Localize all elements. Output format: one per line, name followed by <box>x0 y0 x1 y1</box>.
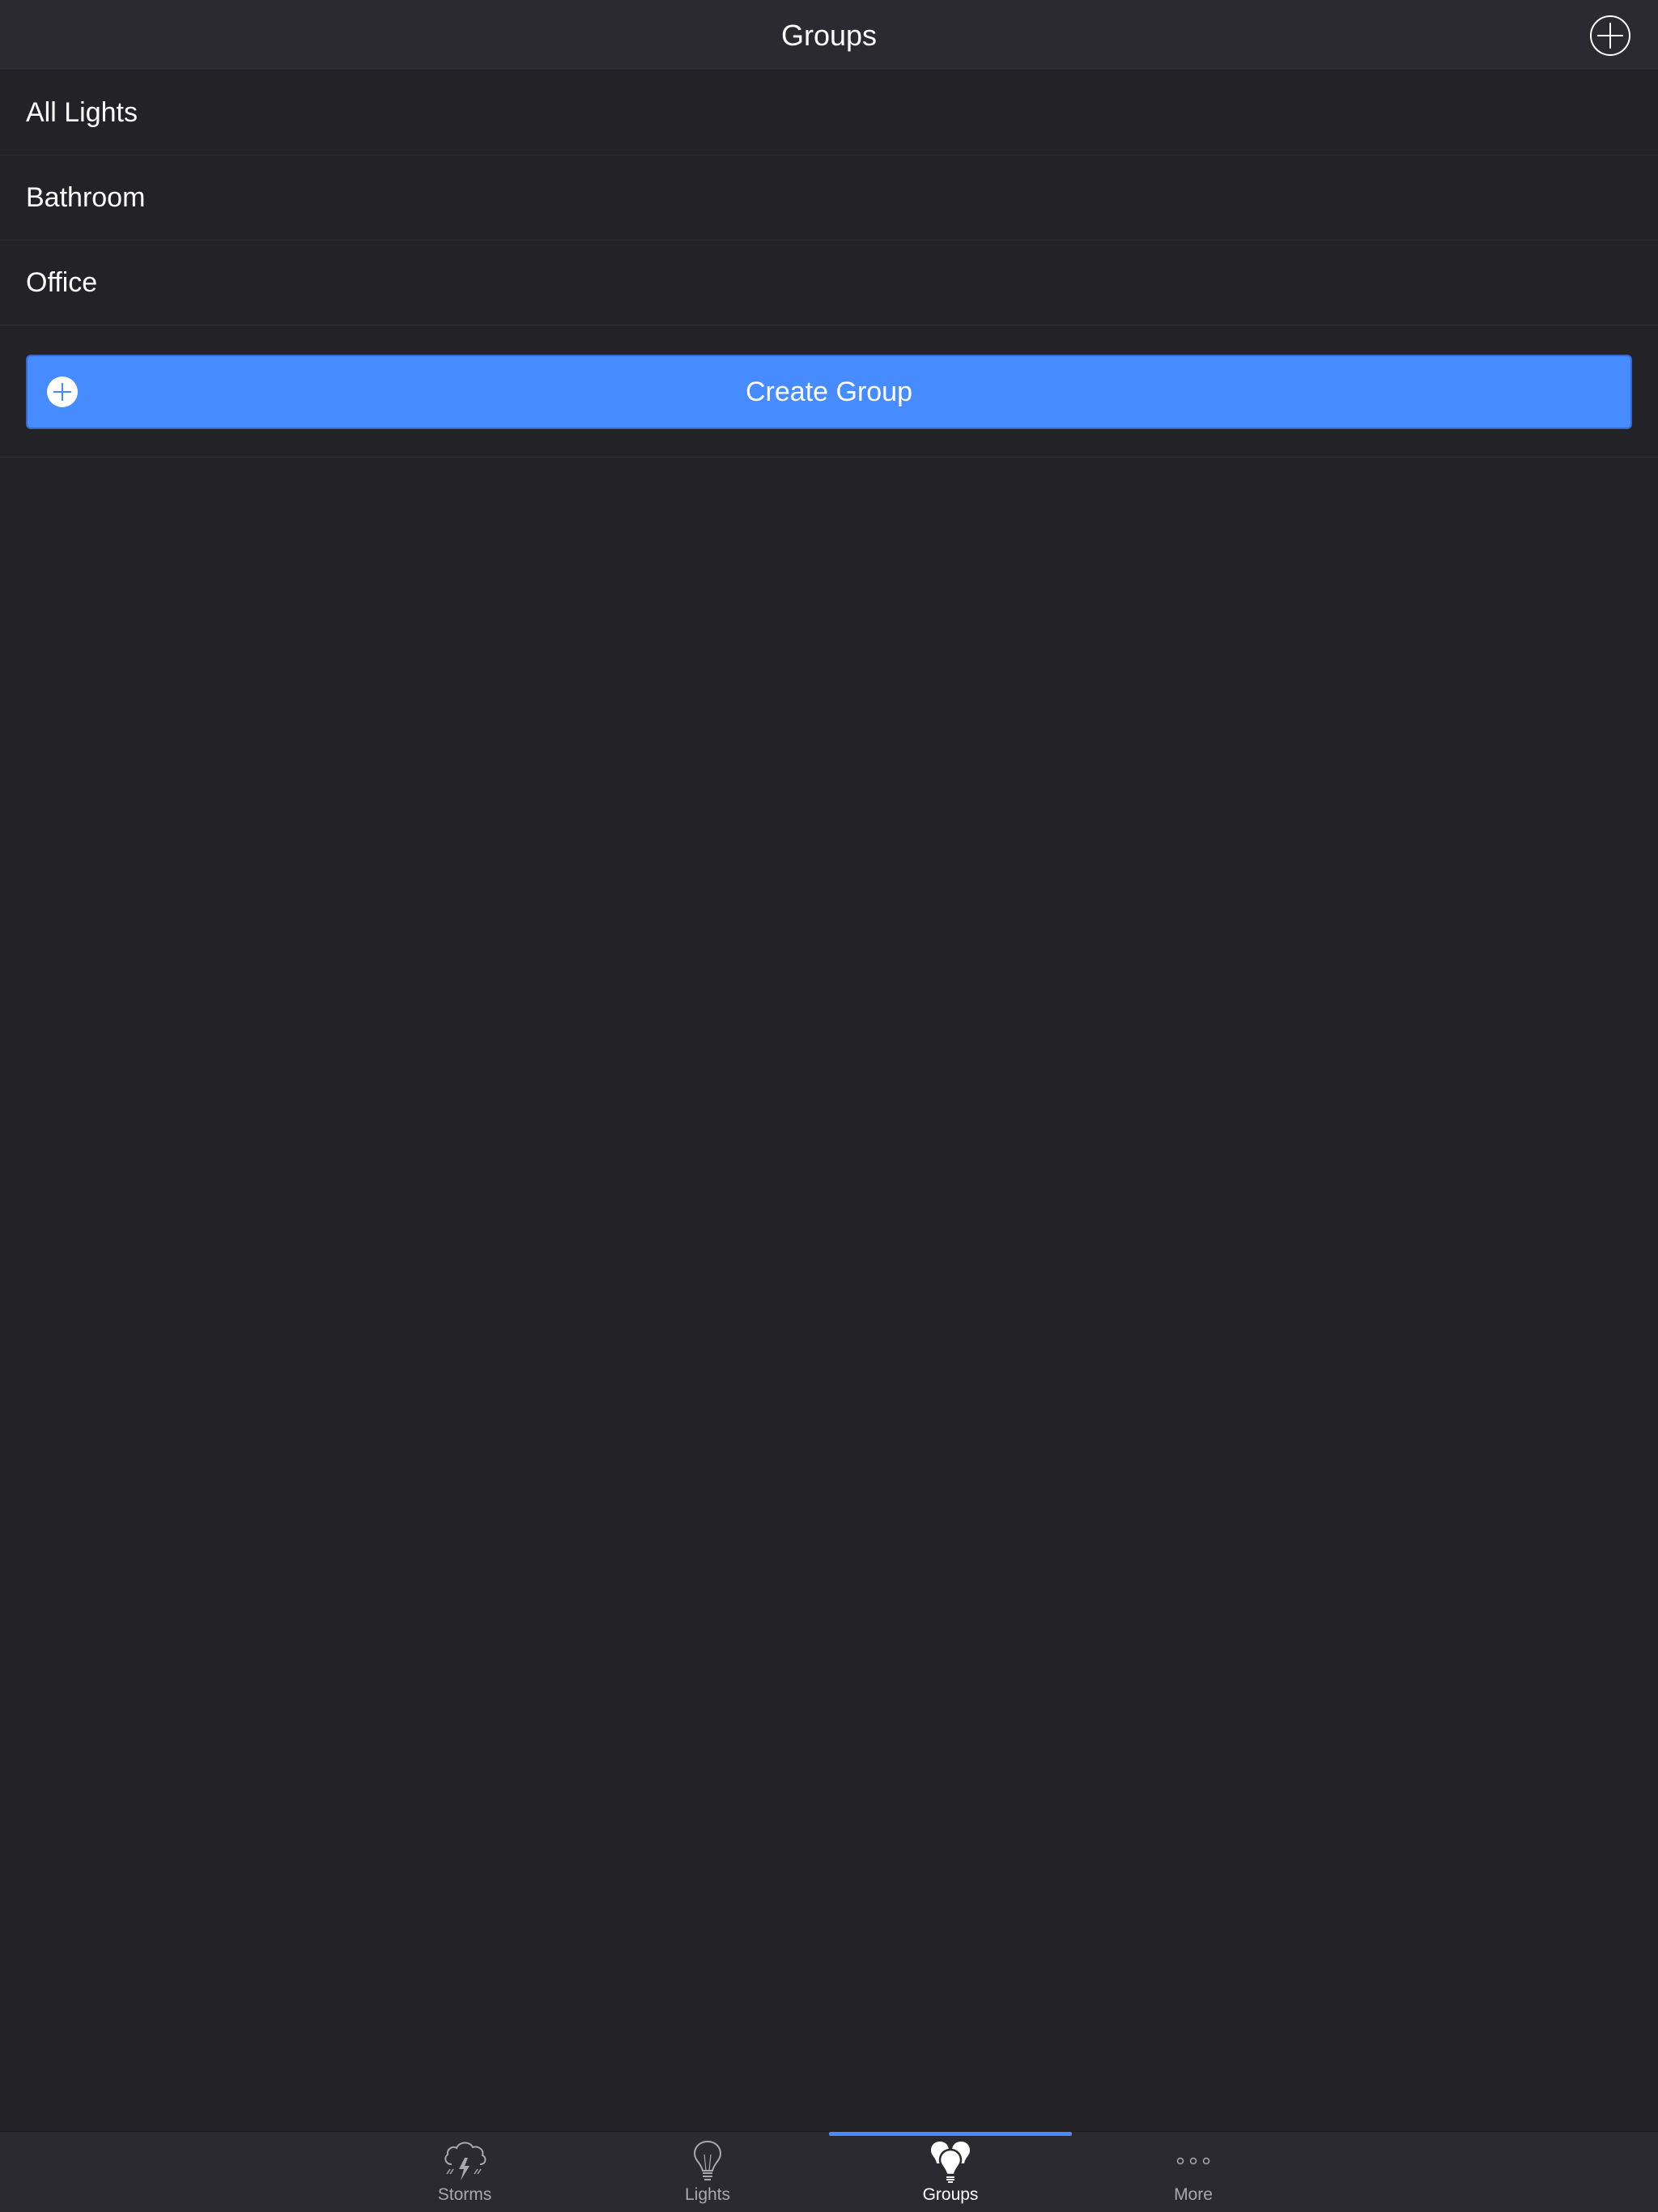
tab-label: More <box>1174 2185 1213 2204</box>
nav-header: Groups <box>0 0 1658 70</box>
multiple-bulbs-icon-wrap <box>926 2138 975 2184</box>
more-dots-icon-wrap <box>1169 2138 1218 2184</box>
group-row-office[interactable]: Office <box>0 240 1658 325</box>
multiple-bulbs-icon <box>931 2142 970 2183</box>
group-label: All Lights <box>26 96 138 128</box>
tab-groups[interactable]: Groups <box>829 2132 1072 2212</box>
create-group-button[interactable]: Create Group <box>26 355 1632 429</box>
tab-label: Storms <box>437 2185 492 2204</box>
lightbulb-icon-wrap <box>683 2138 732 2184</box>
group-list: All Lights Bathroom Office <box>0 70 1658 325</box>
more-dots-icon <box>1176 2157 1210 2165</box>
storm-cloud-icon <box>444 2142 487 2180</box>
group-label: Bathroom <box>26 181 146 213</box>
lightbulb-icon <box>693 2140 722 2180</box>
plus-circle-icon <box>1590 15 1630 56</box>
page-title: Groups <box>780 19 878 52</box>
group-label: Office <box>26 266 98 298</box>
tab-storms[interactable]: Storms <box>343 2132 586 2212</box>
create-group-label: Create Group <box>746 376 912 407</box>
group-row-bathroom[interactable]: Bathroom <box>0 155 1658 240</box>
group-row-all-lights[interactable]: All Lights <box>0 70 1658 155</box>
create-group-section: Create Group <box>0 329 1658 457</box>
storm-icon-wrap <box>440 2138 489 2184</box>
tab-label: Lights <box>684 2185 731 2204</box>
tab-lights[interactable]: Lights <box>586 2132 829 2212</box>
active-tab-indicator <box>829 2132 1072 2136</box>
tab-more[interactable]: More <box>1072 2132 1315 2212</box>
app-root: Groups All Lights Bathroom Office Create… <box>0 0 1658 2212</box>
add-group-button[interactable] <box>1589 15 1631 57</box>
tab-bar: Storms Lights Groups More <box>0 2131 1658 2212</box>
tab-label: Groups <box>922 2185 979 2204</box>
